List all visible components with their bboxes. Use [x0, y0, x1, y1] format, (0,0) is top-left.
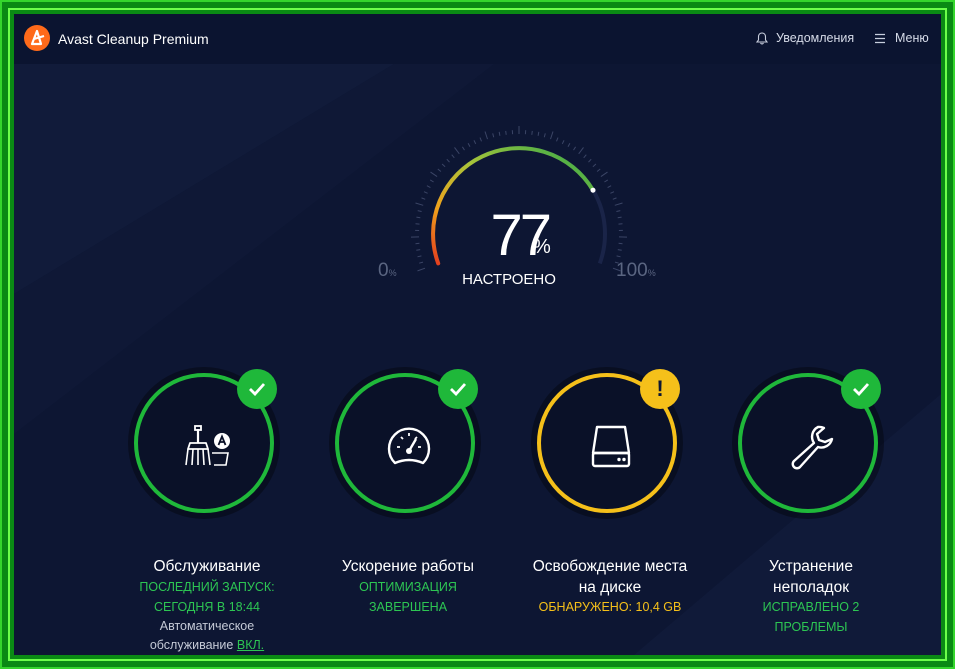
- gauge-percent-sign: %: [533, 236, 551, 258]
- gauge-tick: [451, 154, 455, 159]
- gauge-tick: [561, 140, 565, 145]
- gauge-tick: [592, 163, 597, 168]
- gauge-tick: [588, 158, 592, 163]
- gauge-tick: [416, 216, 421, 219]
- gauge-tick: [543, 133, 546, 138]
- gauge-tick: [430, 171, 438, 178]
- gauge-indicator-dot: [590, 187, 596, 193]
- gauge-tick: [484, 131, 488, 140]
- gauge-tick: [423, 191, 428, 194]
- gauge-tick: [417, 255, 422, 258]
- gauge-tick: [556, 137, 559, 142]
- gauge-tick: [567, 143, 571, 148]
- broom-icon: [185, 425, 230, 466]
- card-maintenance-note: Автоматическое обслуживание ВКЛ.: [149, 619, 265, 652]
- gauge-tick: [607, 185, 612, 189]
- card-maintenance-status-2: СЕГОДНЯ В 18:44: [154, 600, 260, 614]
- check-icon: [853, 383, 870, 396]
- hard-drive-icon: [591, 425, 631, 468]
- gauge-tick: [419, 261, 424, 264]
- avast-logo-icon: [24, 25, 50, 51]
- speedometer-icon: [387, 427, 431, 465]
- gauge-tick: [614, 202, 623, 206]
- app-title: Avast Cleanup Premium: [58, 31, 209, 47]
- card-disk-cleanup[interactable]: ! Освобождение места на диске ОБНАРУЖЕНО…: [510, 369, 710, 649]
- card-speedup-title: Ускорение работы: [341, 558, 475, 575]
- card-disk-cleanup-warning-badge: !: [640, 369, 680, 409]
- gauge-tick: [417, 267, 426, 272]
- card-speedup-check-badge: [438, 369, 478, 409]
- gauge-tick: [437, 168, 442, 172]
- app-window: Avast Cleanup Premium Уведомления Меню 7…: [14, 14, 941, 655]
- hamburger-icon: [875, 33, 885, 43]
- card-maintenance-status-1: ПОСЛЕДНИЙ ЗАПУСК:: [139, 580, 275, 594]
- card-troubleshooting-status-1: ИСПРАВЛЕНО 2: [762, 600, 860, 614]
- check-icon: [249, 383, 266, 396]
- exclamation-icon: !: [656, 376, 664, 401]
- card-troubleshooting-check-badge: [841, 369, 881, 409]
- gauge-tick: [616, 255, 621, 258]
- gauge-tick: [505, 130, 507, 135]
- gauge-tick: [498, 131, 501, 136]
- gauge-tick: [550, 131, 554, 140]
- gauge-tick: [467, 143, 471, 148]
- card-speedup-status-1: ОПТИМИЗАЦИЯ: [359, 580, 457, 594]
- card-maintenance-title: Обслуживание: [153, 558, 261, 575]
- gauge-tick: [479, 137, 482, 142]
- gauge-tick: [454, 147, 460, 155]
- card-disk-cleanup-status: ОБНАРУЖЕНО: 10,4 GB: [538, 600, 682, 614]
- menu-button[interactable]: Меню: [874, 31, 929, 45]
- gauge-tick: [573, 146, 577, 151]
- gauge-tick: [583, 154, 587, 159]
- gauge-tick: [600, 171, 608, 178]
- bell-icon: [756, 31, 768, 45]
- gauge-status: НАСТРОЕНО: [462, 271, 556, 288]
- wrench-icon: [791, 425, 834, 470]
- gauge-tick: [426, 185, 431, 189]
- gauge-tick: [537, 131, 540, 136]
- gauge-tick: [596, 168, 601, 172]
- card-maintenance[interactable]: Обслуживание ПОСЛЕДНИЙ ЗАПУСК: СЕГОДНЯ В…: [107, 369, 307, 652]
- card-troubleshooting[interactable]: Устранение неполадок ИСПРАВЛЕНО 2 ПРОБЛЕ…: [711, 369, 911, 649]
- gauge-tick: [441, 163, 446, 168]
- notifications-button[interactable]: Уведомления: [756, 31, 854, 45]
- gauge-tick: [473, 140, 477, 145]
- gauge-tick: [416, 249, 421, 251]
- card-speedup-status-2: ЗАВЕРШЕНА: [368, 600, 448, 614]
- gauge-tick: [417, 210, 422, 212]
- gauge-tick: [616, 210, 621, 212]
- gauge-tick: [492, 133, 495, 138]
- auto-maintenance-toggle-link[interactable]: ВКЛ.: [237, 638, 264, 652]
- gauge-tick: [421, 197, 426, 200]
- gauge-tick: [617, 249, 622, 251]
- gauge-tick: [578, 147, 584, 155]
- menu-label: Меню: [895, 31, 929, 45]
- card-maintenance-check-badge: [237, 369, 277, 409]
- gauge-tick: [429, 179, 434, 183]
- gauge-tick: [531, 130, 533, 135]
- gauge-tick: [461, 146, 465, 151]
- card-disk-cleanup-title: Освобождение места на диске: [532, 558, 688, 596]
- gauge-tick: [446, 158, 450, 163]
- card-troubleshooting-status-2: ПРОБЛЕМЫ: [774, 620, 848, 634]
- gauge-tick: [617, 216, 622, 219]
- notifications-label: Уведомления: [776, 31, 855, 45]
- gauge-tick: [415, 202, 424, 206]
- gauge-tick: [604, 179, 609, 183]
- card-speedup[interactable]: Ускорение работы ОПТИМИЗАЦИЯ ЗАВЕРШЕНА: [308, 369, 508, 649]
- gauge-tick: [610, 191, 615, 194]
- card-troubleshooting-title: Устранение неполадок: [769, 558, 853, 596]
- check-icon: [450, 383, 467, 396]
- gauge-max-label: 100%: [616, 260, 656, 281]
- gauge-min-label: 0%: [378, 260, 397, 281]
- gauge-tick: [612, 197, 617, 200]
- title-bar: Avast Cleanup Premium Уведомления Меню: [14, 14, 941, 64]
